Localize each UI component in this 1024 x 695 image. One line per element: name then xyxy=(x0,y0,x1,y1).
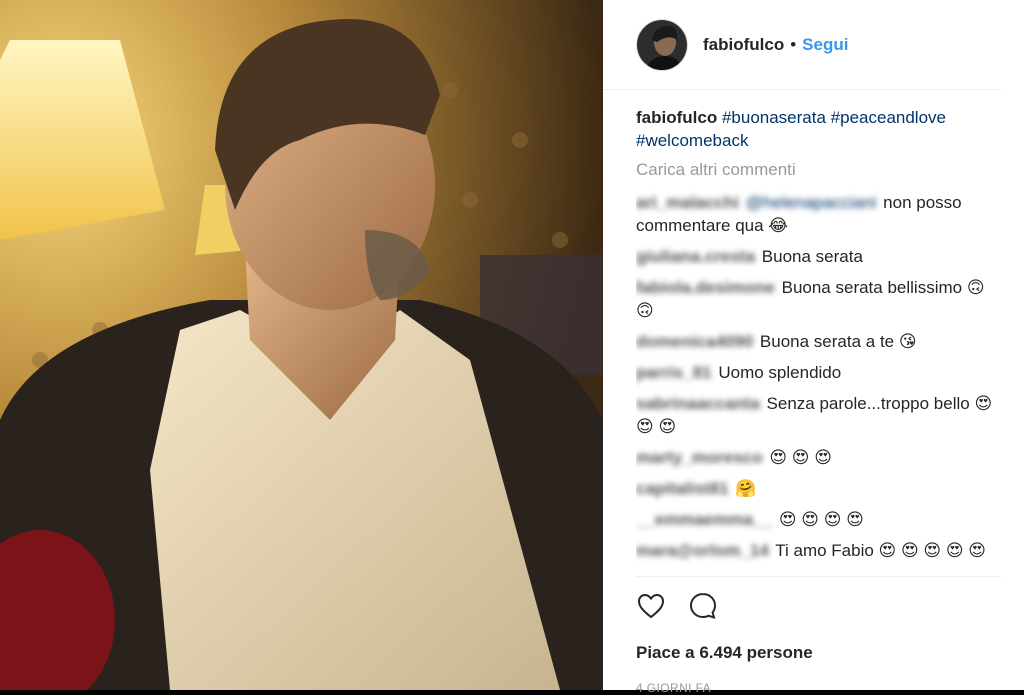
comment-item: ari_malacchi @helenapacciani non posso c… xyxy=(636,191,1001,237)
comment-username[interactable]: capitalist81 xyxy=(636,479,729,498)
action-icons xyxy=(636,591,1001,621)
comment-username[interactable]: domenica4090 xyxy=(636,332,753,351)
post-sidebar: fabiofulco • Segui fabiofulco #buonasera… xyxy=(603,0,1024,695)
hashtag-welcomeback[interactable]: #welcomeback xyxy=(636,131,748,150)
post-header: fabiofulco • Segui xyxy=(603,0,1001,90)
separator-dot: • xyxy=(790,34,797,54)
comment-username[interactable]: parris_81 xyxy=(636,363,712,382)
photo-illustration xyxy=(0,0,603,690)
comment-username[interactable]: marty_moresco xyxy=(636,448,763,467)
comment-item: marty_moresco 😍 😍 😍 xyxy=(636,446,1001,469)
comment-icon[interactable] xyxy=(688,591,718,621)
hashtag-peaceandlove[interactable]: #peaceandlove xyxy=(831,108,946,127)
hashtag-buonaserata[interactable]: #buonaserata xyxy=(722,108,826,127)
caption-username[interactable]: fabiofulco xyxy=(636,108,717,127)
comment-item: parris_81 Uomo splendido xyxy=(636,361,1001,384)
comment-text: Uomo splendido xyxy=(718,363,842,382)
comment-item: domenica4090 Buona serata a te 😘 xyxy=(636,330,1001,353)
post-caption: fabiofulco #buonaserata #peaceandlove #w… xyxy=(636,106,1001,152)
post-actions: Piace a 6.494 persone 4 GIORNI FA xyxy=(636,576,1001,695)
comment-username[interactable]: sabrinaaccanta xyxy=(636,394,760,413)
comment-item: giuliana.cresta Buona serata xyxy=(636,245,1001,268)
heart-icon[interactable] xyxy=(636,591,666,621)
comment-username[interactable]: __emmaemma__ xyxy=(636,510,772,529)
comment-mention[interactable]: @helenapacciani xyxy=(746,193,877,212)
follow-button[interactable]: Segui xyxy=(802,35,848,55)
post-timestamp: 4 GIORNI FA xyxy=(636,681,712,695)
comment-text: Buona serata a te 😘 xyxy=(759,332,917,351)
comment-text: 😍 😍 😍 xyxy=(769,448,832,467)
avatar[interactable] xyxy=(636,18,688,71)
comment-text: Ti amo Fabio 😍 😍 😍 😍 😍 xyxy=(775,541,987,560)
comment-item: capitalist81 🤗 xyxy=(636,477,1001,500)
instagram-post: fabiofulco • Segui fabiofulco #buonasera… xyxy=(0,0,1024,695)
comment-text: 😍 😍 😍 😍 xyxy=(778,510,864,529)
load-more-comments-button[interactable]: Carica altri commenti xyxy=(636,158,1001,181)
likes-count[interactable]: Piace a 6.494 persone xyxy=(636,643,1001,663)
comment-text: Buona serata xyxy=(761,247,863,266)
comment-username[interactable]: fabiola.desimone xyxy=(636,278,775,297)
post-photo[interactable] xyxy=(0,0,603,690)
comments-list: fabiofulco #buonaserata #peaceandlove #w… xyxy=(636,106,1001,576)
comment-item: __emmaemma__ 😍 😍 😍 😍 xyxy=(636,508,1001,531)
header-username[interactable]: fabiofulco xyxy=(703,35,784,55)
comment-item: fabiola.desimone Buona serata bellissimo… xyxy=(636,276,1001,322)
comment-item: sabrinaaccanta Senza parole...troppo bel… xyxy=(636,392,1001,438)
comment-username[interactable]: mara@orlom_14 xyxy=(636,541,769,560)
comment-item: mara@orlom_14 Ti amo Fabio 😍 😍 😍 😍 😍 xyxy=(636,539,1001,562)
comment-username[interactable]: giuliana.cresta xyxy=(636,247,755,266)
comment-text: 🤗 xyxy=(735,479,757,498)
comment-username[interactable]: ari_malacchi xyxy=(636,193,739,212)
